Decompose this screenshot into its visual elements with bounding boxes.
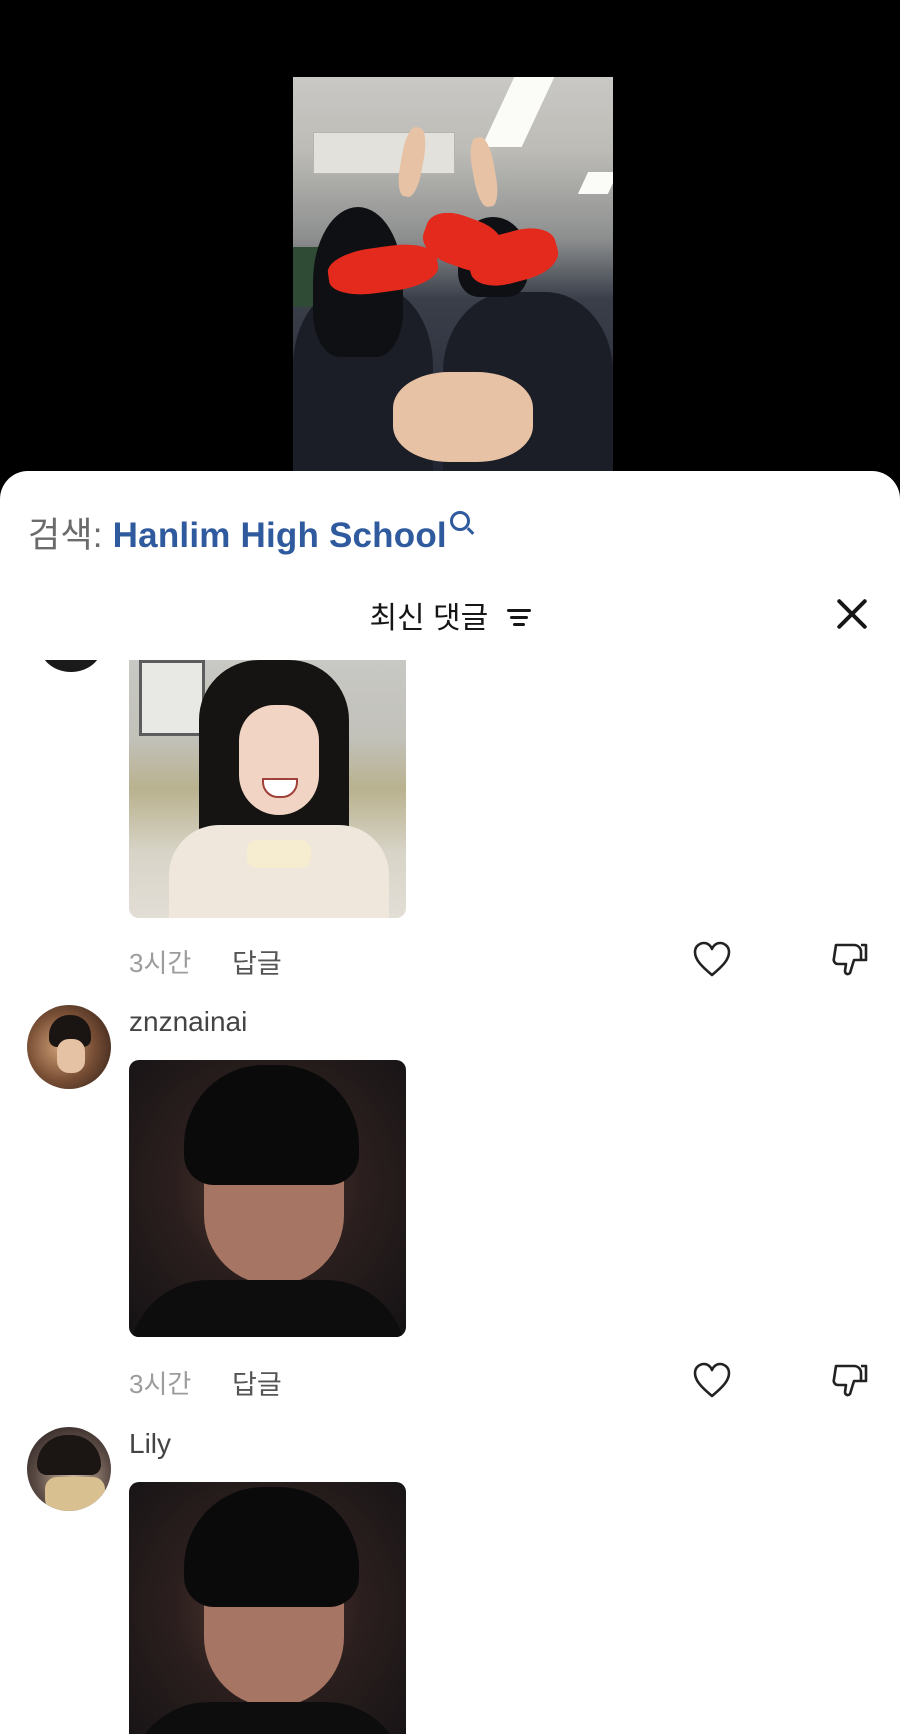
reply-button[interactable]: 답글 bbox=[232, 942, 282, 981]
search-term-link[interactable]: Hanlim High School bbox=[113, 516, 447, 555]
heart-icon[interactable] bbox=[692, 940, 732, 980]
avatar[interactable] bbox=[27, 1427, 111, 1511]
comment-image[interactable] bbox=[129, 1482, 406, 1734]
comment-time: 3시간 bbox=[129, 1369, 192, 1399]
dislike-icon[interactable] bbox=[830, 1361, 870, 1401]
dislike-icon[interactable] bbox=[830, 940, 870, 980]
comments-sheet: 검색: Hanlim High School 최신 댓글 3시간 답글 znzn… bbox=[0, 471, 900, 1734]
comments-list[interactable]: 3시간 답글 znznainai 3시간 답글 Lily bbox=[0, 660, 900, 1734]
comment-image[interactable] bbox=[129, 1060, 406, 1337]
comment-username[interactable]: Lily bbox=[129, 1428, 171, 1460]
heart-icon[interactable] bbox=[692, 1361, 732, 1401]
comment-username[interactable]: znznainai bbox=[129, 1006, 247, 1038]
video-thumbnail[interactable] bbox=[293, 77, 613, 480]
comment-time: 3시간 bbox=[129, 948, 192, 978]
avatar[interactable] bbox=[40, 660, 102, 672]
video-player[interactable] bbox=[0, 0, 900, 480]
filter-icon[interactable] bbox=[506, 608, 531, 628]
avatar[interactable] bbox=[27, 1005, 111, 1089]
comments-title: 최신 댓글 bbox=[369, 602, 489, 635]
comments-sort-header[interactable]: 최신 댓글 bbox=[0, 593, 900, 637]
comment-image[interactable] bbox=[129, 660, 406, 918]
close-icon[interactable] bbox=[834, 596, 870, 632]
search-icon bbox=[449, 511, 470, 531]
search-suggestion[interactable]: 검색: Hanlim High School bbox=[28, 507, 470, 558]
reply-button[interactable]: 답글 bbox=[232, 1363, 282, 1402]
search-prefix: 검색: bbox=[28, 516, 103, 555]
